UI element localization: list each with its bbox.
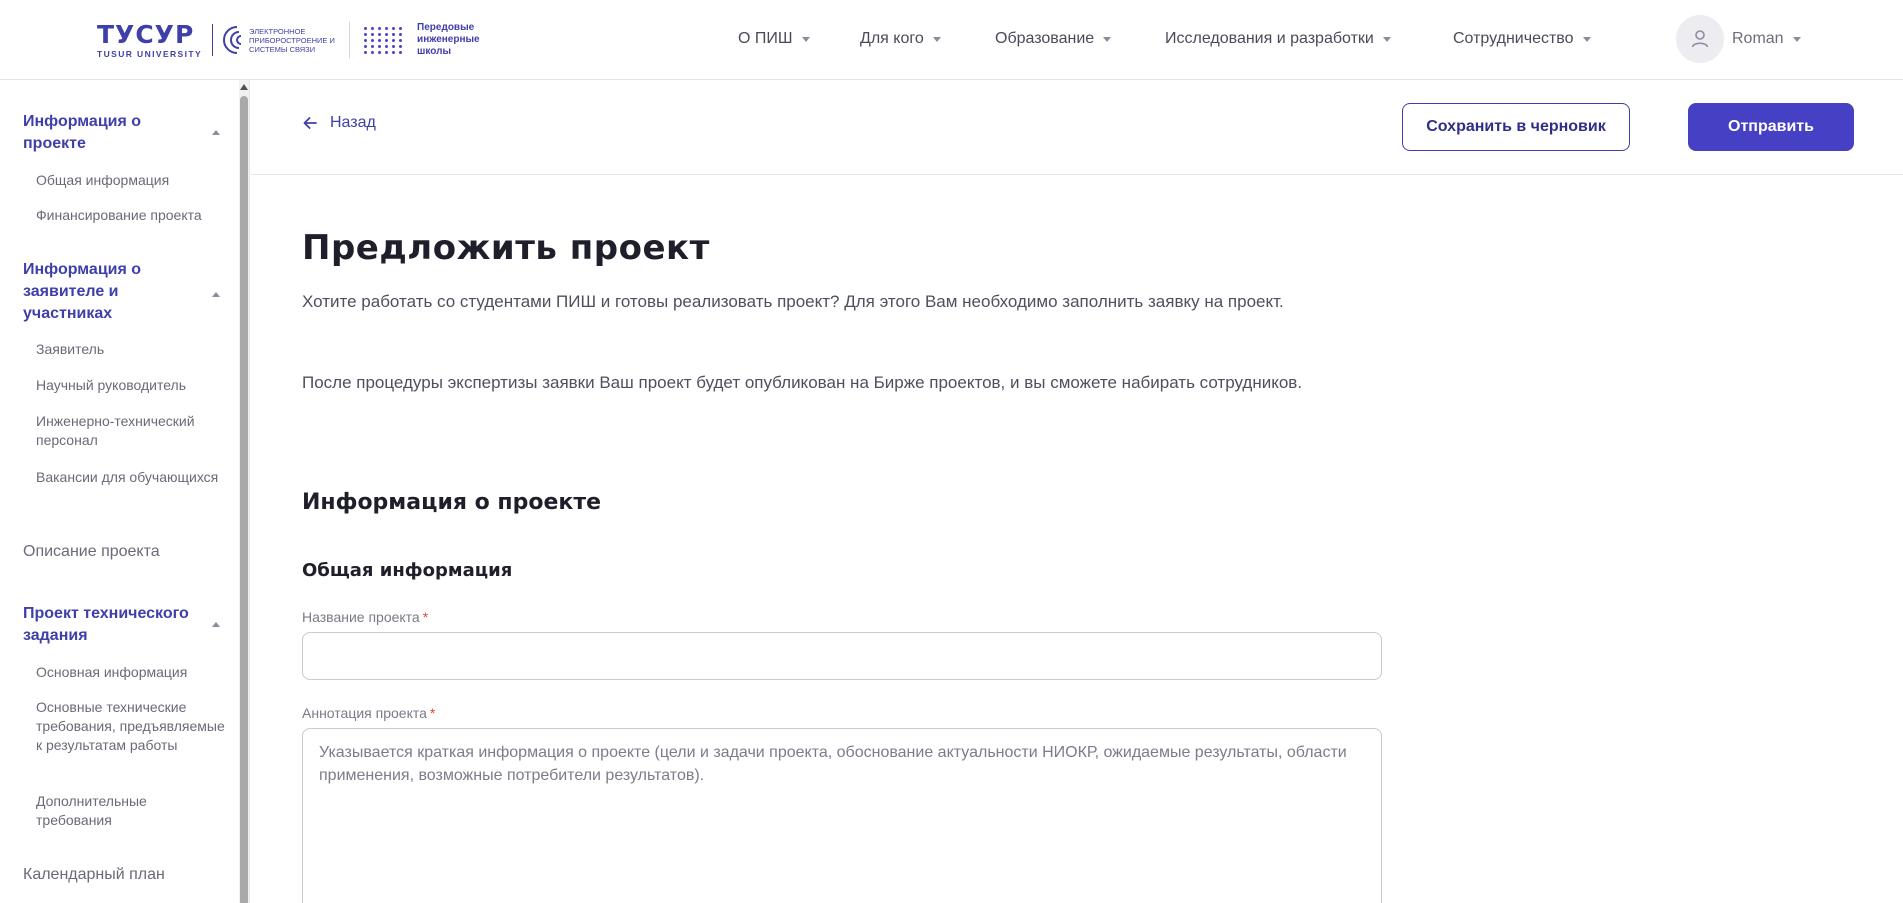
chevron-up-icon[interactable] [212,622,220,627]
chevron-up-icon[interactable] [212,130,220,135]
subsection-title: Общая информация [302,560,513,581]
logo-divider [212,24,214,56]
intro-paragraph-1: Хотите работать со студентами ПИШ и гото… [302,292,1284,311]
nav-item-label: Исследования и разработки [1165,30,1374,47]
sidebar-item-tech-requirements[interactable]: Основные технические требования, предъяв… [36,698,226,755]
sidebar-item-general-info[interactable]: Общая информация [36,171,226,190]
sidebar-section-tech-spec[interactable]: Проект технического задания [23,603,193,647]
back-link[interactable]: Назад [302,114,376,132]
chevron-down-icon [1103,36,1112,42]
required-mark: * [429,705,436,721]
logo-subtitle: TUSUR UNIVERSITY [97,48,203,59]
logo-wordmark: ТУСУР TUSUR UNIVERSITY [97,22,202,59]
scrollbar-thumb[interactable] [240,96,248,903]
nav-item-label: О ПИШ [738,30,793,47]
intro-paragraph-2: После процедуры экспертизы заявки Ваш пр… [302,373,1303,392]
sidebar-scrollbar[interactable] [239,80,249,903]
sidebar-item-financing[interactable]: Финансирование проекта [36,206,226,225]
chevron-down-icon [932,36,941,42]
nav-item-cooperation[interactable]: Сотрудничество [1453,30,1591,48]
pish-logo-text: Передовые инженерные школы [417,22,480,58]
user-icon [1691,30,1709,48]
nav-item-education[interactable]: Образование [995,30,1112,48]
sidebar-section-description[interactable]: Описание проекта [23,541,160,563]
pish-text-line-3: школы [417,46,452,57]
signal-arcs-icon [223,26,242,54]
sidebar-item-main-info[interactable]: Основная информация [36,663,226,682]
logo-faculty-text: Электронное приборостроение и системы св… [249,26,335,54]
sidebar-nav: Информация о проекте Общая информация Фи… [0,80,250,903]
pish-dots-icon [364,26,403,54]
section-title: Информация о проекте [302,490,601,515]
chevron-down-icon [1792,36,1801,42]
nav-item-research[interactable]: Исследования и разработки [1165,30,1391,48]
chevron-down-icon [1382,36,1391,42]
project-name-label: Название проекта * [302,609,428,625]
pish-text-line-2: инженерные [417,34,480,45]
sidebar-item-applicant[interactable]: Заявитель [36,340,226,359]
arrow-left-icon [303,117,317,129]
sidebar-item-additional-requirements[interactable]: Дополнительные требования [36,792,226,830]
annotation-textarea[interactable] [302,728,1382,903]
logo-divider-2 [349,22,351,58]
nav-item-label: Для кого [860,30,924,47]
sidebar-section-project-info[interactable]: Информация о проекте [23,111,193,155]
sidebar-item-student-vacancies[interactable]: Вакансии для обучающихся [36,468,226,487]
save-draft-button[interactable]: Сохранить в черновик [1402,103,1630,151]
project-name-input[interactable] [302,632,1382,680]
logo-word: ТУСУР [97,19,195,49]
nav-item-for-whom[interactable]: Для кого [860,30,941,48]
annotation-label-text: Аннотация проекта [302,705,427,721]
pish-text-line-1: Передовые [417,22,475,33]
nav-item-label: Образование [995,30,1095,47]
project-name-label-text: Название проекта [302,609,420,625]
chevron-down-icon [1582,36,1591,42]
avatar [1676,15,1724,63]
tusur-logo[interactable]: ТУСУР TUSUR UNIVERSITY Электронное прибо… [97,20,480,60]
back-label: Назад [330,114,376,131]
page-title: Предложить проект [302,228,710,268]
scroll-up-icon[interactable] [240,84,248,90]
submit-button[interactable]: Отправить [1688,103,1854,151]
sidebar-item-engineering-staff[interactable]: Инженерно-технический персонал [36,412,226,450]
sidebar-section-applicant-info[interactable]: Информация о заявителе и участниках [23,259,193,325]
form-toolbar [251,80,1903,175]
chevron-down-icon [801,36,810,42]
annotation-label: Аннотация проекта * [302,705,435,721]
sidebar-section-calendar-plan[interactable]: Календарный план [23,864,165,886]
user-menu[interactable]: Roman [1676,15,1801,63]
chevron-up-icon[interactable] [212,292,220,297]
required-mark: * [422,609,429,625]
sidebar-item-scientific-supervisor[interactable]: Научный руководитель [36,376,226,395]
nav-item-about[interactable]: О ПИШ [738,30,810,48]
top-header: ТУСУР TUSUR UNIVERSITY Электронное прибо… [0,0,1903,80]
nav-item-label: Сотрудничество [1453,30,1574,47]
user-name: Roman [1732,30,1784,47]
